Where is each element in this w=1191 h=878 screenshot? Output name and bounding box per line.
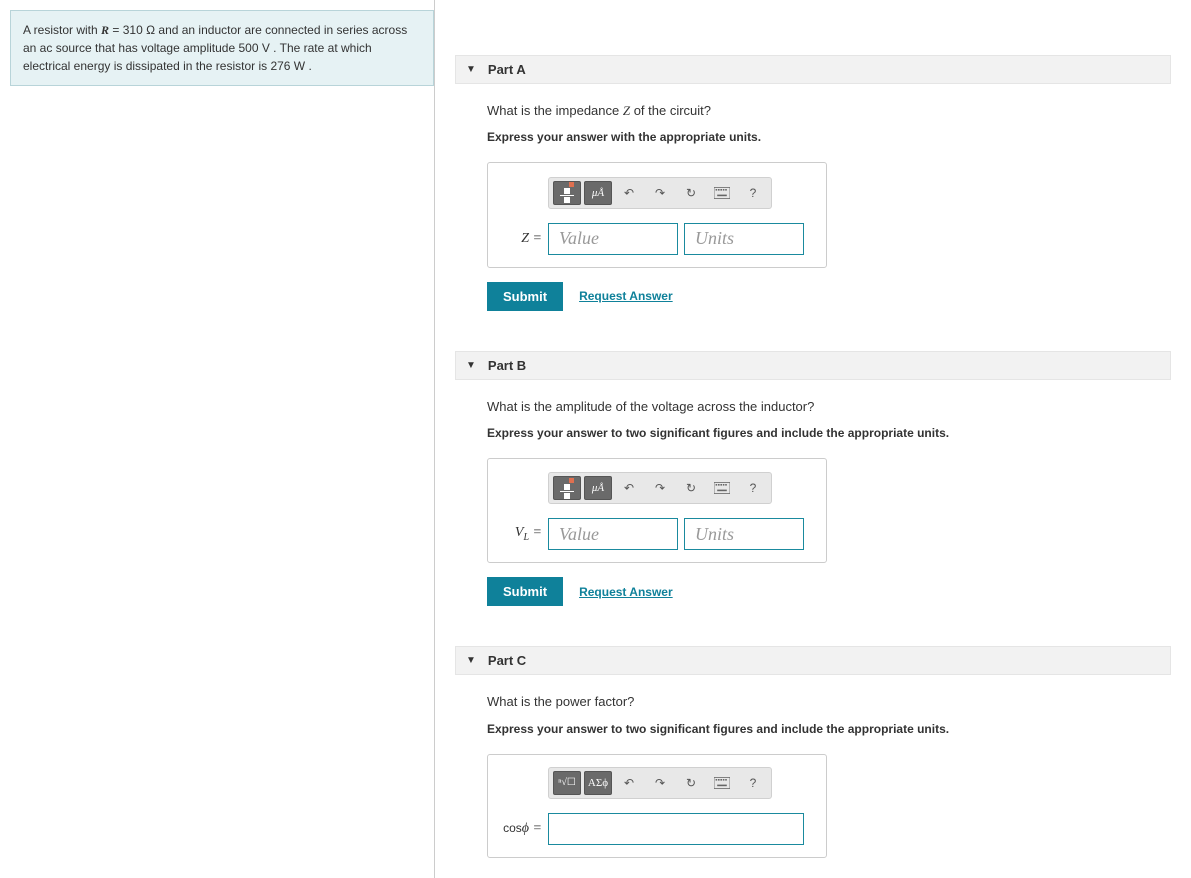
part-b-label: VL = [500, 525, 542, 543]
sqrt-icon[interactable]: ⁿ√☐ [553, 771, 581, 795]
units-button[interactable]: μÅ [584, 476, 612, 500]
problem-R-unit: Ω [146, 23, 155, 37]
part-a: ▼ Part A What is the impedance Z of the … [455, 55, 1171, 311]
part-b-question: What is the amplitude of the voltage acr… [487, 398, 1171, 416]
problem-var-R: R [101, 23, 109, 37]
redo-icon[interactable]: ↷ [646, 181, 674, 205]
part-a-label: Z = [500, 231, 542, 247]
fraction-icon[interactable] [553, 476, 581, 500]
problem-panel: A resistor with R = 310 Ω and an inducto… [0, 0, 435, 878]
part-c: ▼ Part C What is the power factor? Expre… [455, 646, 1171, 857]
parts-panel: ▼ Part A What is the impedance Z of the … [435, 0, 1191, 878]
problem-V-unit: V [262, 41, 270, 55]
part-b-instructions: Express your answer to two significant f… [487, 426, 1171, 440]
part-c-title: Part C [488, 653, 526, 668]
part-b-units-input[interactable]: Units [684, 518, 804, 550]
part-c-toolbar: ⁿ√☐ ΑΣϕ ↶ ↷ ↻ ? [548, 767, 772, 799]
part-c-header[interactable]: ▼ Part C [455, 646, 1171, 675]
part-a-title: Part A [488, 62, 526, 77]
undo-icon[interactable]: ↶ [615, 771, 643, 795]
part-c-label: cosϕ = [500, 821, 542, 837]
reset-icon[interactable]: ↻ [677, 771, 705, 795]
reset-icon[interactable]: ↻ [677, 181, 705, 205]
redo-icon[interactable]: ↷ [646, 771, 674, 795]
chevron-down-icon: ▼ [466, 655, 476, 666]
part-a-submit-button[interactable]: Submit [487, 282, 563, 311]
part-a-units-input[interactable]: Units [684, 223, 804, 255]
symbols-button[interactable]: ΑΣϕ [584, 771, 612, 795]
part-a-header[interactable]: ▼ Part A [455, 55, 1171, 84]
part-b-value-input[interactable]: Value [548, 518, 678, 550]
help-icon[interactable]: ? [739, 771, 767, 795]
part-b-answer-box: μÅ ↶ ↷ ↻ ? VL = Value Units [487, 458, 827, 564]
chevron-down-icon: ▼ [466, 64, 476, 75]
part-b-submit-button[interactable]: Submit [487, 577, 563, 606]
part-b-header[interactable]: ▼ Part B [455, 351, 1171, 380]
problem-R-val: = 310 [109, 23, 146, 37]
problem-W-unit: W [294, 59, 305, 73]
part-b-request-answer-link[interactable]: Request Answer [579, 585, 673, 599]
keyboard-icon[interactable] [708, 476, 736, 500]
help-icon[interactable]: ? [739, 476, 767, 500]
part-c-value-input[interactable] [548, 813, 804, 845]
keyboard-icon[interactable] [708, 181, 736, 205]
part-a-instructions: Express your answer with the appropriate… [487, 130, 1171, 144]
part-c-instructions: Express your answer to two significant f… [487, 722, 1171, 736]
undo-icon[interactable]: ↶ [615, 476, 643, 500]
problem-statement: A resistor with R = 310 Ω and an inducto… [10, 10, 434, 86]
part-b-toolbar: μÅ ↶ ↷ ↻ ? [548, 472, 772, 504]
part-a-value-input[interactable]: Value [548, 223, 678, 255]
part-c-answer-box: ⁿ√☐ ΑΣϕ ↶ ↷ ↻ ? cosϕ = [487, 754, 827, 858]
part-b: ▼ Part B What is the amplitude of the vo… [455, 351, 1171, 607]
var-Z: Z [623, 103, 630, 118]
part-a-request-answer-link[interactable]: Request Answer [579, 289, 673, 303]
problem-text: A resistor with [23, 23, 101, 37]
redo-icon[interactable]: ↷ [646, 476, 674, 500]
part-a-toolbar: μÅ ↶ ↷ ↻ ? [548, 177, 772, 209]
help-icon[interactable]: ? [739, 181, 767, 205]
problem-text: . [305, 59, 312, 73]
part-c-question: What is the power factor? [487, 693, 1171, 711]
chevron-down-icon: ▼ [466, 360, 476, 371]
part-b-title: Part B [488, 358, 526, 373]
part-a-question: What is the impedance Z of the circuit? [487, 102, 1171, 120]
undo-icon[interactable]: ↶ [615, 181, 643, 205]
fraction-icon[interactable] [553, 181, 581, 205]
keyboard-icon[interactable] [708, 771, 736, 795]
reset-icon[interactable]: ↻ [677, 476, 705, 500]
units-button[interactable]: μÅ [584, 181, 612, 205]
part-a-answer-box: μÅ ↶ ↷ ↻ ? Z = Value Units [487, 162, 827, 268]
